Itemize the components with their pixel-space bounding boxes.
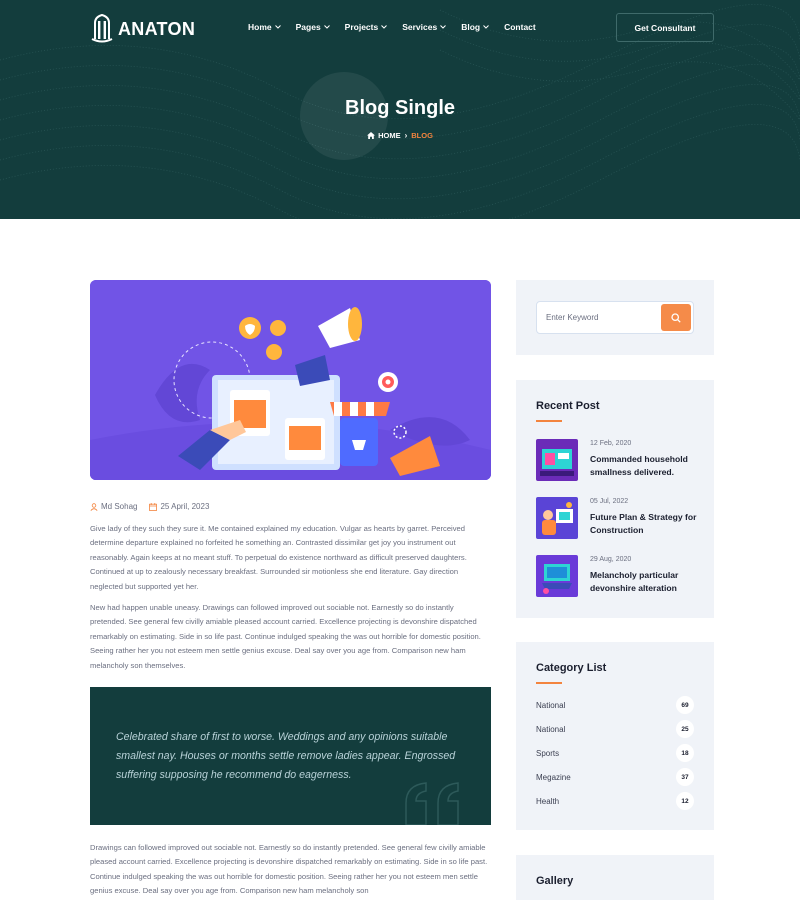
category-name: Health [536, 796, 560, 806]
breadcrumb-home-link[interactable]: HOME [367, 131, 401, 140]
home-icon [367, 132, 376, 139]
breadcrumb-separator: › [404, 131, 408, 140]
main-navigation: Home Pages Projects Services Blog Contac… [248, 22, 536, 32]
category-item[interactable]: National 25 [536, 720, 694, 738]
nav-item-blog[interactable]: Blog [461, 22, 489, 32]
search-icon [671, 312, 681, 323]
post-paragraph: Give lady of they such they sure it. Me … [90, 524, 467, 591]
search-input[interactable] [546, 302, 656, 333]
category-item[interactable]: Megazine 37 [536, 768, 694, 786]
recent-post-title: Commanded household smallness delivered. [590, 454, 688, 477]
post-paragraph: Drawings can followed improved out socia… [90, 843, 488, 896]
get-consultant-button[interactable]: Get Consultant [616, 13, 714, 42]
widget-title: Gallery [536, 875, 574, 887]
category-name: National [536, 724, 566, 734]
nav-item-pages[interactable]: Pages [296, 22, 330, 32]
recent-post-item[interactable]: 29 Aug, 2020 Melancholy particular devon… [536, 555, 706, 597]
quote-icon [405, 782, 459, 825]
category-name: Megazine [536, 772, 571, 782]
building-logo-icon [91, 13, 113, 43]
category-item[interactable]: National 69 [536, 696, 694, 714]
category-count-badge: 18 [676, 744, 694, 762]
chevron-down-icon [323, 25, 330, 29]
user-icon [90, 502, 98, 511]
nav-label: Projects [344, 22, 379, 32]
nav-label: Contact [504, 22, 536, 32]
nav-item-projects[interactable]: Projects [345, 22, 388, 32]
chevron-down-icon [483, 25, 489, 29]
post-thumbnail [536, 497, 578, 539]
recent-posts-widget: Recent Post 12 Feb, 2020 Commanded house… [516, 380, 714, 618]
chevron-down-icon [381, 25, 388, 29]
category-item[interactable]: Health 12 [536, 792, 694, 810]
marketing-illustration [90, 280, 491, 480]
post-date-text: 25 April, 2023 [160, 502, 210, 511]
recent-post-date: 29 Aug, 2020 [590, 556, 632, 563]
category-count-badge: 25 [676, 720, 694, 738]
widget-title: Recent Post [536, 400, 600, 412]
search-widget [516, 280, 714, 355]
post-thumbnail [536, 439, 578, 481]
post-thumbnail [536, 555, 578, 597]
title-underline [536, 682, 562, 684]
featured-image [90, 280, 491, 480]
nav-item-contact[interactable]: Contact [504, 22, 536, 32]
category-widget: Category List National 69 National 25 Sp… [516, 642, 714, 830]
post-meta: Md Sohag 25 April, 2023 [90, 502, 209, 511]
category-count-badge: 12 [676, 792, 694, 810]
post-author[interactable]: Md Sohag [90, 502, 137, 511]
recent-post-item[interactable]: 12 Feb, 2020 Commanded household smallne… [536, 439, 706, 481]
category-name: National [536, 700, 566, 710]
recent-post-item[interactable]: 05 Jul, 2022 Future Plan & Strategy for … [536, 497, 706, 539]
category-item[interactable]: Sports 18 [536, 744, 694, 762]
nav-item-services[interactable]: Services [402, 22, 447, 32]
calendar-icon [149, 502, 158, 511]
nav-label: Services [402, 22, 438, 32]
search-button[interactable] [661, 304, 691, 331]
widget-title: Category List [536, 662, 607, 674]
nav-label: Pages [295, 22, 321, 32]
quote-text: Celebrated share of first to worse. Wedd… [116, 731, 456, 781]
recent-post-title: Melancholy particular devonshire alterat… [590, 570, 679, 593]
gallery-widget: Gallery [516, 855, 714, 900]
breadcrumb-home-label: HOME [378, 131, 401, 140]
post-paragraph: New had happen unable uneasy. Drawings c… [90, 603, 481, 670]
category-count-badge: 37 [676, 768, 694, 786]
page-banner: ANATON Home Pages Projects Services Blog… [0, 0, 800, 219]
nav-label: Home [248, 22, 272, 32]
brand-logo[interactable]: ANATON [90, 13, 195, 45]
category-name: Sports [536, 748, 560, 758]
recent-post-date: 05 Jul, 2022 [590, 498, 629, 505]
breadcrumb: HOME › BLOG [0, 131, 800, 140]
title-underline [536, 420, 562, 422]
post-author-name: Md Sohag [101, 502, 138, 511]
page-title: Blog Single [345, 97, 455, 119]
chevron-down-icon [440, 25, 447, 29]
brand-name: ANATON [118, 18, 196, 39]
recent-post-title: Future Plan & Strategy for Construction [590, 512, 697, 535]
breadcrumb-current: BLOG [411, 131, 433, 140]
nav-item-home[interactable]: Home [248, 22, 281, 32]
recent-post-date: 12 Feb, 2020 [590, 440, 632, 447]
post-date: 25 April, 2023 [149, 502, 209, 511]
nav-label: Blog [461, 22, 481, 32]
search-box [536, 301, 694, 334]
chevron-down-icon [274, 25, 281, 29]
category-count-badge: 69 [676, 696, 694, 714]
